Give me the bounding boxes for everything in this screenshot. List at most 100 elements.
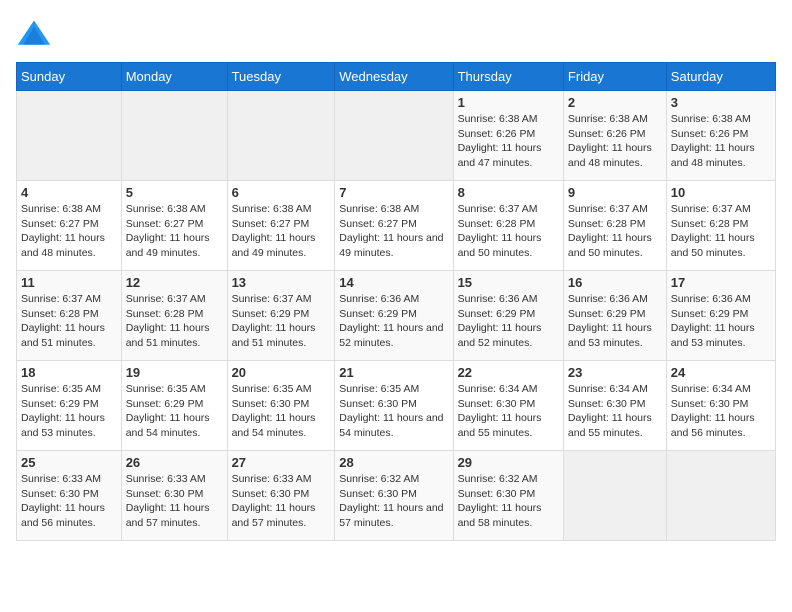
day-number: 17 xyxy=(671,275,771,290)
day-info: Sunrise: 6:35 AMSunset: 6:30 PMDaylight:… xyxy=(232,382,331,441)
day-number: 1 xyxy=(458,95,559,110)
calendar-cell: 23 Sunrise: 6:34 AMSunset: 6:30 PMDayligh… xyxy=(563,361,666,451)
calendar-cell xyxy=(121,91,227,181)
calendar-cell xyxy=(335,91,453,181)
day-number: 3 xyxy=(671,95,771,110)
day-info: Sunrise: 6:37 AMSunset: 6:29 PMDaylight:… xyxy=(232,292,331,351)
day-number: 8 xyxy=(458,185,559,200)
day-number: 23 xyxy=(568,365,662,380)
calendar-cell: 26 Sunrise: 6:33 AMSunset: 6:30 PMDayligh… xyxy=(121,451,227,541)
day-number: 14 xyxy=(339,275,448,290)
calendar-cell: 20 Sunrise: 6:35 AMSunset: 6:30 PMDayligh… xyxy=(227,361,335,451)
calendar-week-3: 11 Sunrise: 6:37 AMSunset: 6:28 PMDayligh… xyxy=(17,271,776,361)
day-info: Sunrise: 6:38 AMSunset: 6:26 PMDaylight:… xyxy=(458,112,559,171)
day-number: 27 xyxy=(232,455,331,470)
day-number: 13 xyxy=(232,275,331,290)
calendar-cell: 2Sunrise: 6:38 AMSunset: 6:26 PMDaylight… xyxy=(563,91,666,181)
calendar-cell: 3 Sunrise: 6:38 AMSunset: 6:26 PMDaylight… xyxy=(666,91,775,181)
day-number: 26 xyxy=(126,455,223,470)
logo-icon xyxy=(16,16,52,52)
day-number: 4 xyxy=(21,185,117,200)
day-info: Sunrise: 6:32 AMSunset: 6:30 PMDaylight:… xyxy=(339,472,448,531)
day-number: 9 xyxy=(568,185,662,200)
day-info: Sunrise: 6:38 AMSunset: 6:27 PMDaylight:… xyxy=(232,202,331,261)
day-of-week-thursday: Thursday xyxy=(453,63,563,91)
day-info: Sunrise: 6:34 AMSunset: 6:30 PMDaylight:… xyxy=(568,382,662,441)
day-info: Sunrise: 6:33 AMSunset: 6:30 PMDaylight:… xyxy=(21,472,117,531)
day-info: Sunrise: 6:38 AMSunset: 6:27 PMDaylight:… xyxy=(126,202,223,261)
day-of-week-friday: Friday xyxy=(563,63,666,91)
day-number: 19 xyxy=(126,365,223,380)
calendar-cell: 10 Sunrise: 6:37 AMSunset: 6:28 PMDayligh… xyxy=(666,181,775,271)
calendar-cell xyxy=(17,91,122,181)
calendar-cell: 15 Sunrise: 6:36 AMSunset: 6:29 PMDayligh… xyxy=(453,271,563,361)
calendar-cell: 1 Sunrise: 6:38 AMSunset: 6:26 PMDaylight… xyxy=(453,91,563,181)
calendar-cell: 8 Sunrise: 6:37 AMSunset: 6:28 PMDaylight… xyxy=(453,181,563,271)
calendar-cell: 18Sunrise: 6:35 AMSunset: 6:29 PMDayligh… xyxy=(17,361,122,451)
day-info: Sunrise: 6:36 AMSunset: 6:29 PMDaylight:… xyxy=(568,292,662,351)
day-number: 7 xyxy=(339,185,448,200)
day-number: 16 xyxy=(568,275,662,290)
day-number: 15 xyxy=(458,275,559,290)
day-info: Sunrise: 6:36 AMSunset: 6:29 PMDaylight:… xyxy=(458,292,559,351)
day-info: Sunrise: 6:34 AMSunset: 6:30 PMDaylight:… xyxy=(458,382,559,441)
day-number: 5 xyxy=(126,185,223,200)
day-info: Sunrise: 6:36 AMSunset: 6:29 PMDaylight:… xyxy=(671,292,771,351)
day-number: 22 xyxy=(458,365,559,380)
day-number: 28 xyxy=(339,455,448,470)
calendar-cell: 22 Sunrise: 6:34 AMSunset: 6:30 PMDayligh… xyxy=(453,361,563,451)
day-info: Sunrise: 6:35 AMSunset: 6:30 PMDaylight:… xyxy=(339,382,448,441)
day-of-week-tuesday: Tuesday xyxy=(227,63,335,91)
day-info: Sunrise: 6:37 AMSunset: 6:28 PMDaylight:… xyxy=(126,292,223,351)
calendar-week-2: 4 Sunrise: 6:38 AMSunset: 6:27 PMDaylight… xyxy=(17,181,776,271)
calendar-cell: 27 Sunrise: 6:33 AMSunset: 6:30 PMDayligh… xyxy=(227,451,335,541)
day-number: 21 xyxy=(339,365,448,380)
day-info: Sunrise: 6:37 AMSunset: 6:28 PMDaylight:… xyxy=(568,202,662,261)
day-of-week-saturday: Saturday xyxy=(666,63,775,91)
day-info: Sunrise: 6:36 AMSunset: 6:29 PMDaylight:… xyxy=(339,292,448,351)
page-header xyxy=(16,16,776,52)
calendar-header: SundayMondayTuesdayWednesdayThursdayFrid… xyxy=(17,63,776,91)
calendar-cell: 7 Sunrise: 6:38 AMSunset: 6:27 PMDaylight… xyxy=(335,181,453,271)
calendar-body: 1 Sunrise: 6:38 AMSunset: 6:26 PMDaylight… xyxy=(17,91,776,541)
calendar-cell: 13 Sunrise: 6:37 AMSunset: 6:29 PMDayligh… xyxy=(227,271,335,361)
day-info: Sunrise: 6:38 AMSunset: 6:27 PMDaylight:… xyxy=(339,202,448,261)
day-info: Sunrise: 6:37 AMSunset: 6:28 PMDaylight:… xyxy=(671,202,771,261)
calendar-cell: 14 Sunrise: 6:36 AMSunset: 6:29 PMDayligh… xyxy=(335,271,453,361)
day-info: Sunrise: 6:33 AMSunset: 6:30 PMDaylight:… xyxy=(126,472,223,531)
day-of-week-sunday: Sunday xyxy=(17,63,122,91)
calendar-cell: 4Sunrise: 6:38 AMSunset: 6:27 PMDaylight… xyxy=(17,181,122,271)
calendar-cell: 16 Sunrise: 6:36 AMSunset: 6:29 PMDayligh… xyxy=(563,271,666,361)
day-number: 10 xyxy=(671,185,771,200)
day-of-week-monday: Monday xyxy=(121,63,227,91)
calendar-cell: 5 Sunrise: 6:38 AMSunset: 6:27 PMDaylight… xyxy=(121,181,227,271)
day-info: Sunrise: 6:38 AMSunset: 6:26 PMDaylight:… xyxy=(671,112,771,171)
calendar-cell xyxy=(227,91,335,181)
day-info: Sunrise: 6:32 AMSunset: 6:30 PMDaylight:… xyxy=(458,472,559,531)
day-number: 11 xyxy=(21,275,117,290)
calendar-cell: 28 Sunrise: 6:32 AMSunset: 6:30 PMDayligh… xyxy=(335,451,453,541)
day-number: 20 xyxy=(232,365,331,380)
calendar-cell: 11 Sunrise: 6:37 AMSunset: 6:28 PMDayligh… xyxy=(17,271,122,361)
day-of-week-wednesday: Wednesday xyxy=(335,63,453,91)
day-info: Sunrise: 6:35 AMSunset: 6:29 PMDaylight:… xyxy=(126,382,223,441)
calendar-week-4: 18 Sunrise: 6:35 AMSunset: 6:29 PMDayligh… xyxy=(17,361,776,451)
calendar-week-5: 25 Sunrise: 6:33 AMSunset: 6:30 PMDayligh… xyxy=(17,451,776,541)
day-info: Sunrise: 6:33 AMSunset: 6:30 PMDaylight:… xyxy=(232,472,331,531)
day-info: Sunrise: 6:37 AMSunset: 6:28 PMDaylight:… xyxy=(458,202,559,261)
days-of-week-row: SundayMondayTuesdayWednesdayThursdayFrid… xyxy=(17,63,776,91)
calendar-cell xyxy=(563,451,666,541)
calendar-cell: 19 Sunrise: 6:35 AMSunset: 6:29 PMDayligh… xyxy=(121,361,227,451)
logo xyxy=(16,16,56,52)
calendar-cell: 12Sunrise: 6:37 AMSunset: 6:28 PMDayligh… xyxy=(121,271,227,361)
calendar-table: SundayMondayTuesdayWednesdayThursdayFrid… xyxy=(16,62,776,541)
day-info: Sunrise: 6:37 AMSunset: 6:28 PMDaylight:… xyxy=(21,292,117,351)
day-number: 6 xyxy=(232,185,331,200)
day-number: 24 xyxy=(671,365,771,380)
day-number: 29 xyxy=(458,455,559,470)
calendar-cell: 21 Sunrise: 6:35 AMSunset: 6:30 PMDayligh… xyxy=(335,361,453,451)
calendar-cell: 17 Sunrise: 6:36 AMSunset: 6:29 PMDayligh… xyxy=(666,271,775,361)
day-number: 25 xyxy=(21,455,117,470)
day-number: 18 xyxy=(21,365,117,380)
calendar-cell: 25 Sunrise: 6:33 AMSunset: 6:30 PMDayligh… xyxy=(17,451,122,541)
